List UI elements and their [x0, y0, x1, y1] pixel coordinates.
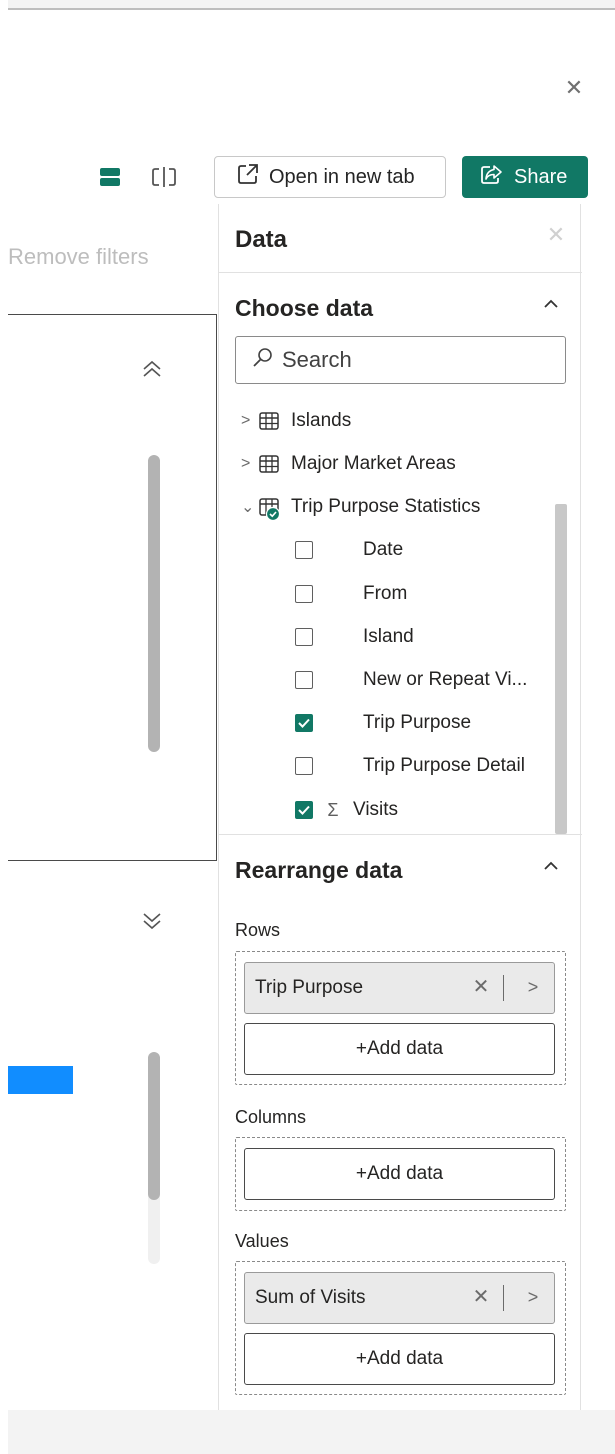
- field-label: Date: [363, 539, 404, 560]
- visual-scrollbar[interactable]: [148, 455, 160, 752]
- double-chevron-down-icon[interactable]: [138, 906, 166, 934]
- columns-well[interactable]: +Add data: [235, 1137, 566, 1211]
- field-label: From: [363, 583, 408, 604]
- fields-scrollbar[interactable]: [555, 504, 567, 834]
- chart-bar: [8, 1066, 73, 1094]
- chevron-down-icon[interactable]: ⌄: [241, 497, 259, 517]
- table-icon: [259, 412, 279, 430]
- columns-label: Columns: [235, 1107, 307, 1127]
- canvas-scrollbar[interactable]: [148, 1052, 160, 1200]
- search-input[interactable]: Search: [235, 336, 566, 384]
- checkbox[interactable]: [295, 757, 313, 775]
- table-item-trip-purpose-statistics[interactable]: ⌄ Trip Purpose Statistics: [241, 491, 480, 523]
- pill-divider: [503, 1285, 504, 1311]
- chevron-right-icon[interactable]: >: [241, 412, 259, 430]
- checkbox-checked[interactable]: [295, 801, 313, 819]
- stacked-layout-icon[interactable]: [94, 156, 126, 198]
- table-label: Islands: [291, 410, 352, 431]
- pane-close-icon[interactable]: ✕: [543, 222, 569, 248]
- checkbox[interactable]: [295, 628, 313, 646]
- pill-label: Sum of Visits: [255, 1287, 366, 1308]
- remove-icon[interactable]: ✕: [469, 1285, 493, 1309]
- pill-divider: [503, 975, 504, 1001]
- field-label: Visits: [353, 799, 399, 820]
- field-label: Island: [363, 626, 414, 647]
- table-label: Trip Purpose Statistics: [291, 496, 481, 517]
- checkbox-checked[interactable]: [295, 714, 313, 732]
- rows-label: Rows: [235, 920, 281, 940]
- left-edge: [0, 0, 8, 1454]
- values-label: Values: [235, 1231, 289, 1251]
- add-data-button[interactable]: +Add data: [244, 1148, 555, 1200]
- open-in-new-tab-button[interactable]: Open in new tab: [214, 156, 446, 198]
- field-item-from[interactable]: From: [295, 579, 407, 609]
- remove-filters-button[interactable]: Remove filters: [8, 244, 149, 270]
- close-icon[interactable]: ✕: [560, 74, 588, 102]
- divider: [219, 272, 582, 273]
- field-pill-sum-of-visits[interactable]: Sum of Visits ✕ >: [244, 1272, 555, 1324]
- add-data-button[interactable]: +Add data: [244, 1333, 555, 1385]
- pill-label: Trip Purpose: [255, 977, 364, 998]
- checkbox[interactable]: [295, 585, 313, 603]
- rearrange-data-title: Rearrange data: [235, 857, 403, 883]
- field-item-date[interactable]: Date: [295, 535, 403, 565]
- data-pane: Data ✕ Choose data Search > Islands > Ma…: [218, 204, 582, 1410]
- sigma-icon: Σ: [327, 799, 339, 820]
- table-item-islands[interactable]: > Islands: [241, 405, 351, 437]
- share-icon: [480, 163, 504, 191]
- table-label: Major Market Areas: [291, 453, 456, 474]
- field-item-trip-purpose[interactable]: Trip Purpose: [295, 708, 471, 738]
- chevron-up-icon[interactable]: [539, 854, 563, 878]
- field-label: New or Repeat Vi...: [363, 669, 528, 690]
- add-data-button[interactable]: +Add data: [244, 1023, 555, 1075]
- double-chevron-up-icon[interactable]: [138, 356, 166, 384]
- visual-container[interactable]: [8, 314, 217, 861]
- divider: [219, 834, 582, 835]
- share-button[interactable]: Share: [462, 156, 588, 198]
- field-item-new-or-repeat[interactable]: New or Repeat Vi...: [295, 665, 527, 695]
- field-label: Trip Purpose: [363, 712, 472, 733]
- table-checked-icon: [259, 498, 281, 522]
- field-item-visits[interactable]: Σ Visits: [295, 795, 398, 825]
- field-pill-trip-purpose[interactable]: Trip Purpose ✕ >: [244, 962, 555, 1014]
- split-view-icon[interactable]: [148, 156, 180, 198]
- field-item-island[interactable]: Island: [295, 622, 414, 652]
- chevron-right-icon[interactable]: >: [521, 975, 545, 999]
- table-icon: [259, 455, 279, 473]
- chevron-right-icon[interactable]: >: [241, 455, 259, 473]
- field-item-trip-purpose-detail[interactable]: Trip Purpose Detail: [295, 751, 525, 781]
- open-external-icon: [237, 163, 259, 191]
- field-label: Trip Purpose Detail: [363, 755, 525, 776]
- chevron-up-icon[interactable]: [539, 292, 563, 316]
- share-label: Share: [514, 165, 568, 188]
- choose-data-title: Choose data: [235, 295, 374, 321]
- checkbox[interactable]: [295, 541, 313, 559]
- values-well[interactable]: Sum of Visits ✕ > +Add data: [235, 1261, 566, 1395]
- data-pane-title: Data: [235, 226, 288, 253]
- rows-well[interactable]: Trip Purpose ✕ > +Add data: [235, 951, 566, 1085]
- chevron-right-icon[interactable]: >: [521, 1285, 545, 1309]
- search-icon: [252, 346, 274, 374]
- remove-icon[interactable]: ✕: [469, 975, 493, 999]
- search-placeholder: Search: [282, 347, 352, 372]
- open-in-new-tab-label: Open in new tab: [269, 165, 415, 188]
- checkbox[interactable]: [295, 671, 313, 689]
- table-item-major-market-areas[interactable]: > Major Market Areas: [241, 448, 456, 480]
